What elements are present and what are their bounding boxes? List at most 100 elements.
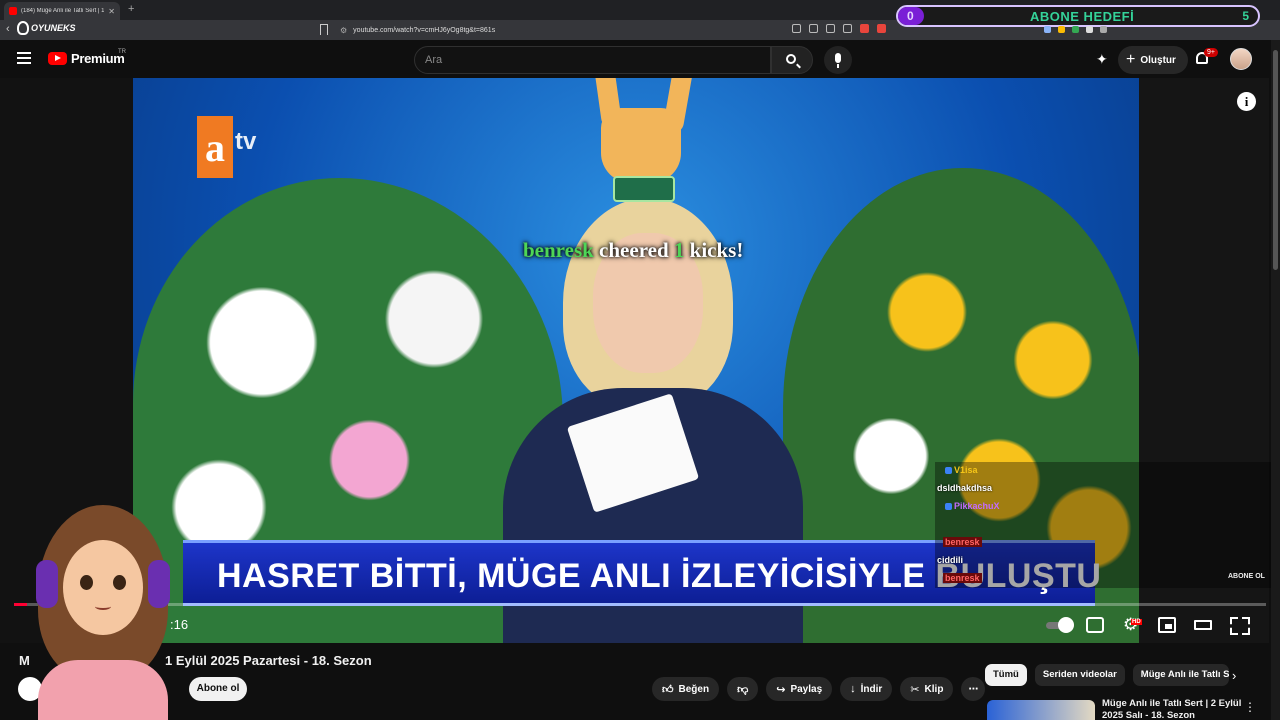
fullscreen-icon[interactable] [1230,617,1248,633]
recommendation-thumbnail[interactable] [987,700,1095,720]
badge-icon [945,467,952,475]
clip-button[interactable]: ✂ Klip [900,677,954,701]
like-button[interactable]: 👍︎ Beğen [652,677,720,701]
extension-icon[interactable] [1072,26,1079,33]
clip-label: Klip [924,683,944,695]
tab-title: (184) Müge Anlı ile Tatlı Sert | 1 ... [21,8,105,14]
thumbs-up-icon: 👍︎ [662,683,674,696]
overlay-logo-text: OYUNEKS [31,23,76,33]
plus-icon: + [1126,51,1136,68]
account-avatar[interactable] [1230,48,1252,70]
search-placeholder: Ara [425,54,443,66]
badge-icon [945,503,952,511]
chat-line: benresk [935,570,1280,588]
cheer-user: benresk [523,238,594,262]
shield-icon[interactable] [860,24,869,33]
chip-series[interactable]: Seriden videolar [1034,664,1125,686]
search-input[interactable]: Ara [414,46,771,74]
thumbs-down-icon: 👎︎ [737,683,749,696]
recommendation-chips: Tümü Seriden videolar Müge Anlı ile Tatl… [985,664,1229,686]
address-bar-icons [792,24,886,33]
ai-spark-icon[interactable]: ✦ [1096,51,1108,68]
search-icon [786,54,796,64]
create-button[interactable]: + Oluştur [1118,46,1188,74]
autoplay-toggle[interactable] [1046,617,1076,633]
extension-icon[interactable] [1058,26,1065,33]
voice-search-icon[interactable] [824,46,852,74]
new-tab-icon[interactable]: + [128,3,134,15]
chat-line: PikkachuX [935,498,1280,516]
theater-mode-icon[interactable] [1194,620,1212,630]
avatar-body [38,660,168,720]
back-icon[interactable]: ‹ [6,23,10,35]
download-button[interactable]: ↓ İndir [840,677,893,701]
subtitles-icon[interactable] [1086,617,1104,633]
zoom-icon[interactable] [809,24,818,33]
streamer-avatar-overlay [18,505,188,720]
country-code: TR [118,49,126,55]
goal-current: 0 [907,9,914,23]
share-icon[interactable] [826,24,835,33]
overlay-logo: OYUNEKS [17,21,76,35]
avatar-mouth [95,603,111,610]
subscriber-goal-overlay: 0 ABONE HEDEFİ 5 [896,5,1260,27]
download-icon: ↓ [850,683,856,695]
more-actions-icon[interactable]: ⋯ [961,677,986,701]
menu-icon[interactable] [17,52,31,64]
share-button[interactable]: ↪ Paylaş [766,677,833,701]
hd-badge-icon: HD [1131,619,1142,625]
headset-icon [148,560,170,608]
cast-icon[interactable] [792,24,801,33]
chat-overlay: V1isa dsldhakdhsa PikkachuX benresk cidd… [935,462,1280,588]
chat-line: V1isa [935,462,1280,480]
chat-line: benresk [935,534,1280,552]
goal-label: ABONE HEDEFİ [1030,9,1135,24]
url-text: youtube.com/watch?v=cmHJ6yOg8tg&t=861s [353,26,496,34]
video-actions: 👍︎ Beğen 👎︎ ↪ Paylaş ↓ İndir ✂ Klip ⋯ [652,677,986,701]
seek-bar[interactable] [14,603,1266,606]
chat-username: PikkachuX [943,501,1002,511]
subscribe-button[interactable]: Abone ol [189,677,247,701]
more-vertical-icon[interactable]: ⋮ [1244,700,1256,714]
youtube-logo[interactable]: Premium [48,51,125,66]
atv-logo: a tv [197,116,256,178]
notification-count: 9+ [1204,48,1218,57]
video-title: 1 Eylül 2025 Pazartesi - 18. Sezon [165,653,372,668]
dislike-button[interactable]: 👎︎ [727,677,759,701]
chevron-right-icon[interactable]: › [1232,668,1236,683]
brand-text: Premium [71,51,125,66]
warning-icon[interactable] [877,24,886,33]
download-label: İndir [860,683,883,695]
avatar-eye [113,575,126,590]
chat-message: dsldhakdhsa [937,483,993,493]
chat-username-text: PikkachuX [954,501,1000,511]
extension-icon[interactable] [1044,26,1051,33]
extension-icon[interactable] [1086,26,1093,33]
atv-logo-suffix: tv [235,128,257,155]
browser-tab[interactable]: (184) Müge Anlı ile Tatlı Sert | 1 ... ✕ [4,2,120,20]
chip-all[interactable]: Tümü [985,664,1027,686]
extensions-row [1044,26,1107,33]
close-tab-icon[interactable]: ✕ [108,7,115,16]
chat-username: benresk [943,573,982,583]
search-button[interactable] [771,46,813,74]
chat-username: V1isa [943,465,980,475]
goal-target: 5 [1242,9,1249,23]
scrollbar[interactable] [1271,40,1280,720]
share-arrow-icon: ↪ [776,683,786,696]
miniplayer-icon[interactable] [1158,617,1176,633]
youtube-play-icon [48,52,67,65]
avatar-face [63,540,143,635]
bookmark-icon[interactable] [320,24,328,35]
chat-line [935,516,1280,534]
star-icon[interactable] [843,24,852,33]
scrollbar-thumb[interactable] [1273,50,1278,270]
info-icon[interactable]: i [1237,92,1256,111]
chip-channel[interactable]: Müge Anlı ile Tatlı Ser [1132,664,1229,686]
site-info-icon[interactable]: ⚙ [340,26,347,35]
cheer-word: cheered [599,238,669,262]
youtube-header: Premium TR Ara ✦ + Oluştur 9+ [0,40,1280,78]
rock-hand-emote-icon [583,78,703,218]
recommendation-title[interactable]: Müge Anlı ile Tatlı Sert | 2 Eylül 2025 … [1102,698,1242,720]
extension-icon[interactable] [1100,26,1107,33]
